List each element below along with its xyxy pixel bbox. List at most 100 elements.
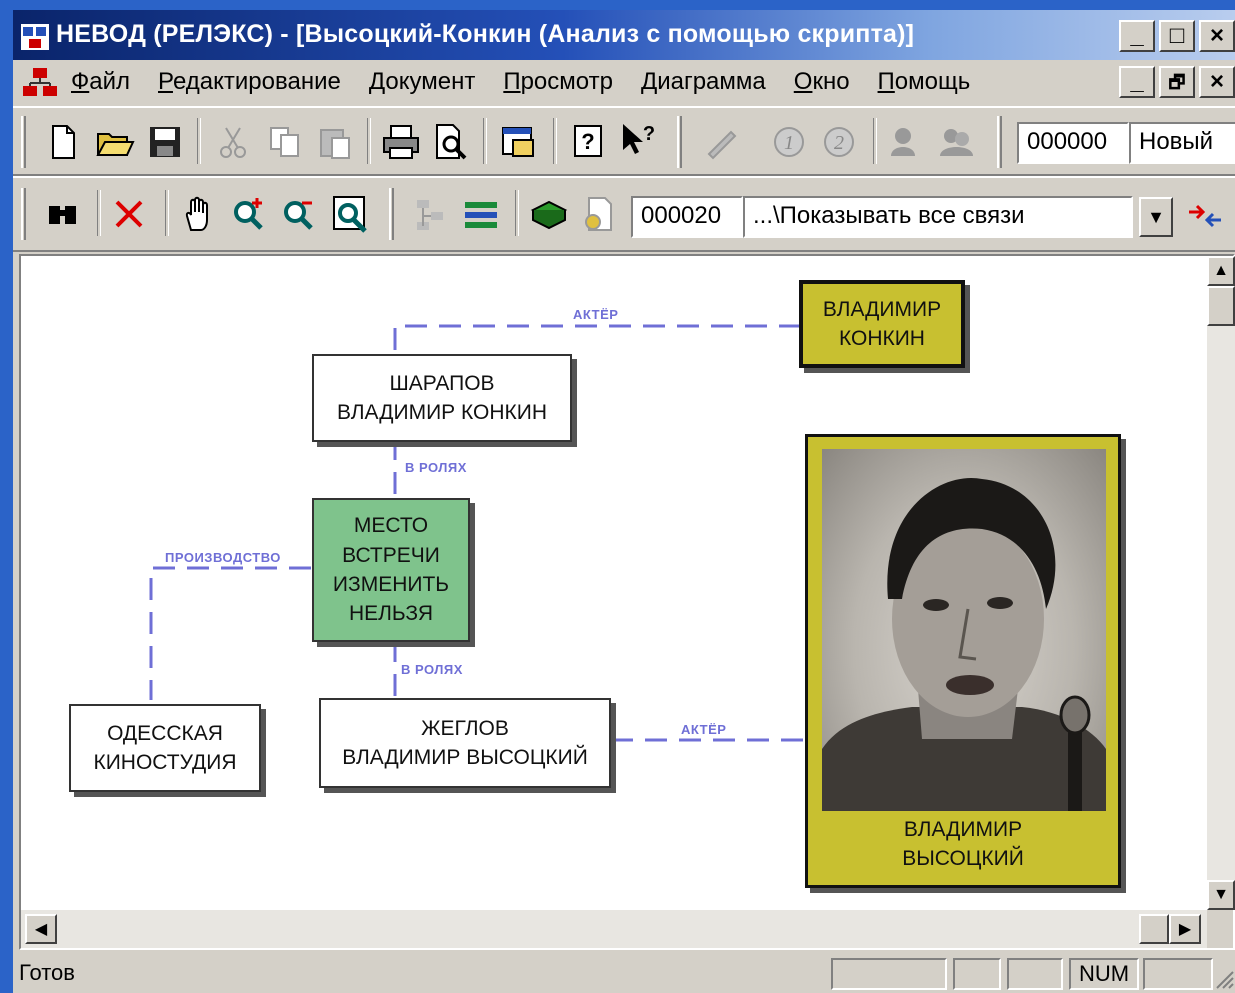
link-label-role: В РОЛЯХ [405,460,467,475]
node-konkin[interactable]: ВЛАДИМИР КОНКИН [799,280,965,368]
scroll-up-button[interactable]: ▲ [1207,256,1235,286]
arrow-up-icon: ▲ [1213,262,1229,279]
save-icon[interactable] [145,122,185,162]
maximize-button[interactable]: □ [1159,20,1195,52]
toolbar-grip[interactable] [997,116,1002,168]
resize-grip-icon[interactable] [1213,968,1235,990]
link-filter-dropdown-button[interactable]: ▼ [1139,197,1173,237]
chevron-down-icon: ▼ [1147,206,1165,227]
minimize-icon: _ [1130,68,1144,95]
menu-edit[interactable]: Редактирование [158,68,341,96]
menu-view[interactable]: Просмотр [503,68,613,96]
horizontal-scrollbar[interactable]: ◀ ▶ [21,910,1207,948]
link-number-field[interactable]: 000020 [631,196,743,238]
zoom-fit-icon[interactable] [331,194,371,234]
document-icon[interactable] [21,66,59,100]
zoom-in-icon[interactable] [229,194,269,234]
toolbar-grip[interactable] [389,188,394,240]
toolbar-separator [515,190,519,236]
refresh-diagram-icon[interactable] [529,194,569,234]
menu-window[interactable]: Окно [794,68,850,96]
node-film[interactable]: МЕСТО ВСТРЕЧИ ИЗМЕНИТЬ НЕЛЬЗЯ [312,498,470,642]
status-panel [1007,958,1063,990]
link-label-actor: АКТЁР [573,307,619,322]
svg-text:?: ? [643,123,655,145]
scroll-down-button[interactable]: ▼ [1207,880,1235,910]
context-help-icon[interactable]: ? [619,120,659,160]
menu-file[interactable]: Файл [71,68,130,96]
menu-diagram[interactable]: Диаграмма [641,68,766,96]
find-binoculars-icon[interactable] [43,194,83,234]
status-panel [831,958,947,990]
link-filter-select[interactable]: ...\Показывать все связи [743,196,1133,238]
doc-close-button[interactable]: × [1199,66,1235,98]
close-icon: × [1209,68,1224,95]
menu-help[interactable]: Помощь [878,68,971,96]
link-production [149,566,311,700]
document-status-field[interactable]: Новый [1129,122,1235,164]
script-icon[interactable] [579,194,619,234]
doc-restore-button[interactable]: 🗗 [1159,66,1195,98]
layout-tree-icon[interactable] [411,194,451,234]
link-label-production: ПРОИЗВОДСТВО [165,550,281,565]
edit-pen-icon[interactable] [701,122,741,162]
delete-icon[interactable] [109,194,149,234]
diagram-canvas[interactable]: АКТЁР В РОЛЯХ ПРОИЗВОДСТВО В РОЛЯХ АКТЁР… [21,256,1207,910]
layout-rows-icon[interactable] [461,194,501,234]
svg-text:2: 2 [834,132,844,154]
menu-document[interactable]: Документ [369,68,475,96]
restore-icon: 🗗 [1168,72,1186,92]
node-sharapov[interactable]: ШАРАПОВ ВЛАДИМИР КОНКИН [312,354,572,442]
svg-text:1: 1 [784,132,794,154]
portrait-photo [822,449,1106,811]
toolbar-grip[interactable] [677,116,682,168]
zoom-out-icon[interactable] [279,194,319,234]
vertical-scroll-thumb[interactable] [1207,286,1235,326]
toolbar-grip[interactable] [21,116,26,168]
scroll-left-button[interactable]: ◀ [25,914,57,944]
toolbar-grip[interactable] [21,188,26,240]
pan-hand-icon[interactable] [179,194,219,234]
horizontal-scroll-thumb[interactable] [1139,914,1169,944]
portrait-image [822,477,1106,811]
arrow-left-icon: ◀ [34,921,48,938]
print-icon[interactable] [381,122,421,162]
status-text: Готов [19,960,75,985]
toolbar-separator [367,118,371,164]
toolbar-separator [197,118,201,164]
properties-icon[interactable] [499,122,539,162]
help-icon[interactable]: ? [569,122,609,162]
scroll-right-button[interactable]: ▶ [1169,914,1201,944]
maximize-icon: □ [1169,22,1185,49]
status-bar: Готов NUM [13,954,1235,993]
link-label-role: В РОЛЯХ [401,662,463,677]
node-studio[interactable]: ОДЕССКАЯ КИНОСТУДИЯ [69,704,261,792]
vertical-scrollbar[interactable]: ▲ ▼ [1207,256,1235,910]
document-number-field[interactable]: 000000 [1017,122,1129,164]
toolbar-separator [553,118,557,164]
node-zheglov[interactable]: ЖЕГЛОВ ВЛАДИМИР ВЫСОЦКИЙ [319,698,611,788]
app-icon [21,24,49,50]
open-folder-icon[interactable] [95,122,135,162]
svg-text:?: ? [581,129,594,154]
new-file-icon[interactable] [43,122,83,162]
print-preview-icon[interactable] [431,122,471,162]
node-vysotsky[interactable]: ВЛАДИМИР ВЫСОЦКИЙ [805,434,1121,888]
title-bar: НЕВОД (РЕЛЭКС) - [Высоцкий-Конкин (Анали… [13,10,1235,60]
copy-icon[interactable] [265,122,305,162]
arrow-down-icon: ▼ [1213,886,1229,903]
doc-minimize-button[interactable]: _ [1119,66,1155,98]
cut-icon[interactable] [213,122,253,162]
close-button[interactable]: × [1199,20,1235,52]
window-title: НЕВОД (РЕЛЭКС) - [Высоцкий-Конкин (Анали… [56,20,915,48]
minimize-button[interactable]: _ [1119,20,1155,52]
users-icon[interactable] [887,122,927,162]
step-two-icon[interactable]: 2 [819,122,859,162]
link-label-actor: АКТЁР [681,722,727,737]
paste-icon[interactable] [315,122,355,162]
num-lock-indicator: NUM [1069,958,1139,990]
link-arrows-icon[interactable] [1185,196,1225,236]
standard-toolbar: ? ? 1 2 000000 Новый [13,106,1235,176]
step-one-icon[interactable]: 1 [769,122,809,162]
users-group-icon[interactable] [937,122,977,162]
